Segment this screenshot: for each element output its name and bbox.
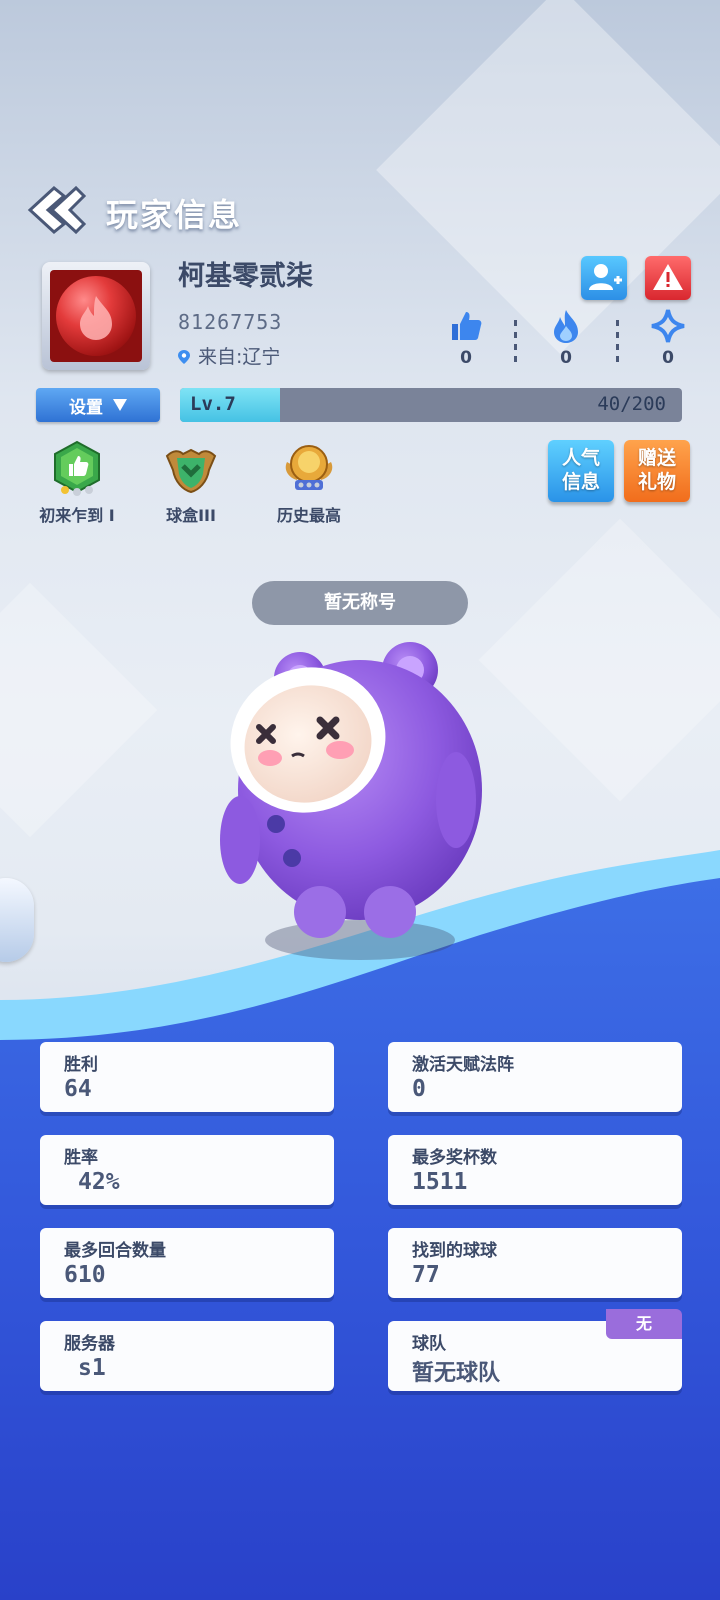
- wins-value: 64: [64, 1076, 92, 1102]
- add-friend-icon: [589, 264, 622, 290]
- fire-ball-avatar-icon: [56, 276, 136, 356]
- badge-label: 初来乍到 I: [39, 506, 115, 525]
- stat-card-wins: 胜利 64: [40, 1042, 334, 1112]
- page-title: 玩家信息: [106, 196, 243, 234]
- wins-label: 胜利: [64, 1055, 98, 1075]
- server-value: s1: [78, 1355, 106, 1381]
- stat-card-talent: 激活天赋法阵 0: [388, 1042, 682, 1112]
- star-sparkle-icon: [651, 309, 685, 343]
- trophies-label: 最多奖杯数: [412, 1148, 497, 1168]
- stat-card-win-rate: 胜率 42%: [40, 1135, 334, 1205]
- player-name: 柯基零贰柒: [178, 261, 313, 292]
- thumbs-up-badge-icon: [54, 440, 100, 496]
- popularity-info-button[interactable]: 人气 信息: [548, 440, 614, 502]
- balls-value: 77: [412, 1262, 440, 1288]
- team-label: 球队: [412, 1334, 446, 1354]
- divider: [616, 320, 619, 366]
- flame-icon: [554, 310, 578, 343]
- badge-ball-box[interactable]: 球盒III: [136, 440, 246, 526]
- player-location: 来自:辽宁: [178, 342, 280, 369]
- badge-label: 历史最高: [276, 506, 341, 525]
- rounds-value: 610: [64, 1262, 106, 1288]
- badge-all-time-high[interactable]: 历史最高: [254, 440, 364, 526]
- shield-chevron-badge-icon: [165, 448, 217, 494]
- player-id: 81267753: [178, 310, 283, 334]
- thumbs-up-icon: [452, 312, 482, 340]
- send-gift-label: 赠送 礼物: [637, 447, 676, 493]
- character-model[interactable]: [210, 640, 490, 970]
- team-value: 暂无球队: [412, 1361, 501, 1386]
- report-button[interactable]: [645, 256, 691, 300]
- add-friend-button[interactable]: [581, 256, 627, 300]
- level-progress-bar: Lv.7 40/200: [180, 388, 682, 422]
- settings-label: 设置: [69, 397, 103, 418]
- gold-medal-badge-icon: [285, 445, 333, 490]
- badge-label: 球盒III: [166, 506, 216, 525]
- location-pin-icon: [178, 350, 190, 364]
- chevron-down-icon: [113, 399, 127, 411]
- settings-dropdown-button[interactable]: 设置: [36, 388, 160, 422]
- stat-card-trophies: 最多奖杯数 1511: [388, 1135, 682, 1205]
- send-gift-button[interactable]: 赠送 礼物: [624, 440, 690, 502]
- stat-card-rounds: 最多回合数量 610: [40, 1228, 334, 1298]
- win-rate-label: 胜率: [64, 1148, 98, 1168]
- stat-card-server: 服务器 s1: [40, 1321, 334, 1391]
- warning-icon: [653, 264, 683, 290]
- location-text: 来自:辽宁: [198, 346, 281, 368]
- level-label: Lv.7: [190, 393, 236, 415]
- likes-count: 0: [460, 348, 472, 368]
- popularity-info-label: 人气 信息: [561, 447, 600, 493]
- back-button[interactable]: [24, 184, 87, 236]
- xp-count: 40/200: [597, 393, 666, 415]
- badge-first-arrival[interactable]: 初来乍到 I: [22, 440, 132, 526]
- stat-card-balls: 找到的球球 77: [388, 1228, 682, 1298]
- balls-label: 找到的球球: [412, 1241, 497, 1261]
- trophies-value: 1511: [412, 1169, 468, 1195]
- avatar[interactable]: [42, 262, 150, 370]
- divider: [514, 320, 517, 366]
- team-status-tag: 无: [606, 1309, 682, 1339]
- character-title-pill: 暂无称号: [252, 581, 468, 625]
- stat-card-team[interactable]: 无 球队 暂无球队: [388, 1309, 682, 1391]
- server-label: 服务器: [64, 1334, 115, 1354]
- rounds-label: 最多回合数量: [64, 1241, 166, 1261]
- talent-value: 0: [412, 1076, 426, 1102]
- star-count: 0: [662, 348, 674, 368]
- win-rate-value: 42%: [78, 1169, 120, 1195]
- back-arrow-icon: [27, 185, 87, 235]
- heat-count: 0: [560, 348, 572, 368]
- talent-label: 激活天赋法阵: [412, 1055, 514, 1075]
- side-drawer-tab[interactable]: [0, 878, 34, 962]
